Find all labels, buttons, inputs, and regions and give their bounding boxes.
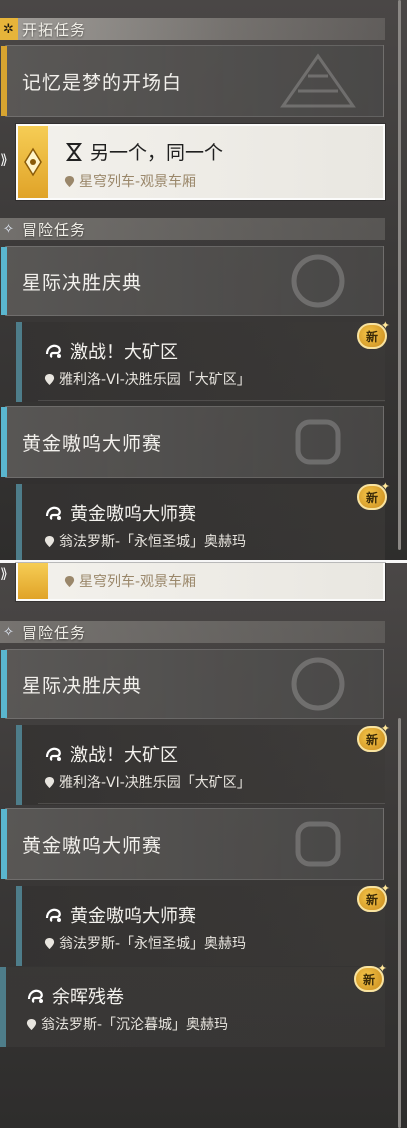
scrollbar-top[interactable] — [398, 0, 401, 550]
location-text: 翁法罗斯-「永恒圣城」奥赫玛 — [59, 936, 247, 952]
new-badge: 新 ✦ — [357, 319, 390, 349]
mission-emblem-decoration — [263, 251, 373, 311]
adventure-section-header: ✧ 冒险任务 — [0, 621, 385, 643]
section-title: 冒险任务 — [22, 220, 87, 239]
location-text: 星穹列车-观景车厢 — [79, 174, 197, 190]
mission-row-golden-awoo[interactable]: 黄金嗷呜大师赛 — [1, 406, 384, 478]
location-text: 雅利洛-VI-决胜乐园「大矿区」 — [59, 372, 251, 388]
map-pin-icon — [44, 937, 55, 949]
adventure-emblem-icon: ✧ — [3, 624, 15, 640]
quest-item-battle-mine[interactable]: 激战！大矿区 雅利洛-VI-决胜乐园「大矿区」 — [16, 725, 385, 805]
quest-title-text: 激战！大矿区 — [70, 745, 178, 766]
trailblaze-section-header: ✲ 开拓任务 — [0, 18, 385, 40]
adventure-quest-icon — [45, 908, 61, 922]
selected-quest-location: 星穹列车-观景车厢 — [64, 171, 196, 191]
selected-quest-title: 另一个，同一个 — [64, 138, 223, 165]
scrollbar-bottom[interactable] — [398, 718, 401, 1128]
mission-emblem-decoration — [263, 813, 373, 875]
mission-emblem-decoration — [263, 654, 373, 714]
quest-log-screen: ✲ 开拓任务 记忆是梦的开场白 ⟫ 另一个，同一个 星穹列车-观景车厢 ✧ 冒险… — [0, 0, 407, 1128]
mission-title: 黄金嗷呜大师赛 — [22, 432, 163, 455]
new-badge: 新 ✦ — [357, 882, 390, 912]
quest-title-text: 激战！大矿区 — [70, 342, 178, 363]
map-pin-icon — [64, 575, 75, 587]
new-badge: 新 ✦ — [357, 722, 390, 752]
map-pin-icon — [44, 373, 55, 385]
location-text: 翁法罗斯-「沉沦暮城」奥赫玛 — [41, 1017, 229, 1033]
quest-item-afterglow-scroll[interactable]: 余晖残卷 翁法罗斯-「沉沦暮城」奥赫玛 — [0, 967, 385, 1047]
new-badge: 新 ✦ — [354, 962, 387, 992]
hourglass-icon — [66, 142, 82, 161]
adventure-quest-icon — [45, 506, 61, 520]
location-text: 星穹列车-观景车厢 — [79, 574, 197, 590]
quest-item-golden-awoo[interactable]: 黄金嗷呜大师赛 翁法罗斯-「永恒圣城」奥赫玛 — [16, 484, 385, 564]
mission-title: 记忆是梦的开场白 — [22, 71, 183, 94]
map-pin-icon — [64, 175, 75, 187]
mission-title: 星际决胜庆典 — [22, 271, 143, 294]
trailblaze-emblem-icon — [18, 126, 48, 198]
trailblaze-emblem-icon: ✲ — [0, 18, 18, 40]
selected-indicator-icon: ⟫ — [0, 566, 8, 582]
mission-row-golden-awoo[interactable]: 黄金嗷呜大师赛 — [1, 808, 384, 880]
selected-quest-card-partial[interactable]: 星穹列车-观景车厢 — [16, 563, 385, 601]
section-title: 开拓任务 — [22, 20, 87, 39]
quest-item-golden-awoo[interactable]: 黄金嗷呜大师赛 翁法罗斯-「永恒圣城」奥赫玛 — [16, 886, 385, 966]
mission-emblem-decoration — [263, 50, 373, 112]
trailblaze-mission-row[interactable]: 记忆是梦的开场白 — [1, 45, 384, 117]
quest-title-text: 黄金嗷呜大师赛 — [70, 906, 196, 927]
quest-title-text: 另一个，同一个 — [90, 142, 224, 164]
adventure-quest-icon — [45, 747, 61, 761]
selected-quest-location: 星穹列车-观景车厢 — [64, 571, 196, 591]
adventure-quest-icon — [45, 344, 61, 358]
mission-row-interstellar[interactable]: 星际决胜庆典 — [1, 649, 384, 719]
map-pin-icon — [44, 776, 55, 788]
quest-item-battle-mine[interactable]: 激战！大矿区 雅利洛-VI-决胜乐园「大矿区」 — [16, 322, 385, 402]
adventure-section-header: ✧ 冒险任务 — [0, 218, 385, 240]
map-pin-icon — [44, 535, 55, 547]
quest-title-text: 余晖残卷 — [52, 987, 124, 1008]
adventure-emblem-icon: ✧ — [3, 221, 15, 237]
map-pin-icon — [26, 1018, 37, 1030]
section-title: 冒险任务 — [22, 623, 87, 642]
mission-row-interstellar[interactable]: 星际决胜庆典 — [1, 246, 384, 316]
selected-quest-card[interactable]: 另一个，同一个 星穹列车-观景车厢 — [16, 124, 385, 200]
quest-title-text: 黄金嗷呜大师赛 — [70, 504, 196, 525]
adventure-quest-icon — [27, 989, 43, 1003]
new-badge: 新 ✦ — [357, 480, 390, 510]
selected-indicator-icon: ⟫ — [0, 152, 8, 168]
mission-title: 黄金嗷呜大师赛 — [22, 834, 163, 857]
mission-emblem-decoration — [263, 411, 373, 473]
location-text: 雅利洛-VI-决胜乐园「大矿区」 — [59, 775, 251, 791]
trailblaze-emblem-icon — [18, 563, 48, 599]
location-text: 翁法罗斯-「永恒圣城」奥赫玛 — [59, 534, 247, 550]
mission-title: 星际决胜庆典 — [22, 674, 143, 697]
